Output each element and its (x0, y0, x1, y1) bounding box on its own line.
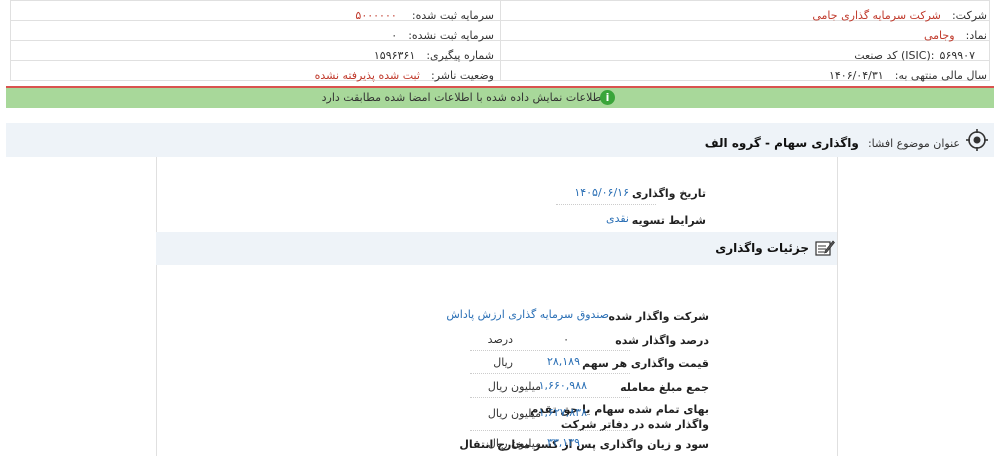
detail-value-cost: ۱,۶۲۷,۸۳۸ (538, 406, 587, 419)
detail-value-profit: ۳۳,۱۳۹ (546, 436, 580, 449)
symbol-label: نماد: (965, 29, 987, 42)
company-value[interactable]: شرکت سرمایه گذاری جامی (812, 9, 941, 22)
subject-label: عنوان موضوع افشا: (867, 137, 960, 150)
isic-row: کد صنعت (ISIC): ۵۶۹۹۰۷ (854, 44, 987, 63)
subject-bar: عنوان موضوع افشا: واگذاری سهام - گروه ال… (6, 123, 994, 157)
notice-text: اطلاعات نمایش داده شده با اطلاعات امضا ش… (321, 91, 608, 104)
detail-value-price: ۲۸,۱۸۹ (546, 355, 580, 368)
detail-value-company: صندوق سرمایه گذاری ارزش پاداش (446, 308, 609, 321)
unreg-capital-value: ۰ (391, 29, 398, 42)
subject-value: واگذاری سهام - گروه الف (704, 136, 859, 150)
detail-unit-cost: میلیون ریال (487, 407, 541, 420)
publisher-status-label: وضعیت ناشر: (431, 69, 494, 82)
isic-value: ۵۶۹۹۰۷ (939, 49, 975, 62)
subject-title: عنوان موضوع افشا: واگذاری سهام - گروه ال… (705, 132, 960, 151)
settlement-label: شرایط تسویه (631, 214, 706, 227)
tracking-value: ۱۵۹۶۳۶۱ (373, 49, 416, 62)
symbol-row: نماد: وجامی (924, 24, 987, 43)
symbol-value[interactable]: وجامی (924, 29, 955, 42)
verification-notice: اطلاعات نمایش داده شده با اطلاعات امضا ش… (6, 86, 994, 108)
detail-label-percent: درصد واگذار شده (615, 334, 709, 347)
detail-value-percent: ۰ (563, 333, 569, 346)
isic-label: کد صنعت (ISIC): (854, 49, 935, 62)
details-section-header: جزئیات واگذاری (156, 232, 837, 265)
tracking-label: شماره پیگیری: (426, 49, 494, 62)
detail-unit-price: ریال (493, 356, 513, 369)
date-label-text: تاریخ واگذاری (631, 187, 706, 200)
detail-unit-profit: میلیون ریال (487, 437, 541, 450)
detail-label-price: قیمت واگذاری هر سهم (582, 357, 709, 370)
fiscal-row: سال مالی منتهی به: ۱۴۰۶/۰۴/۳۱ (829, 64, 987, 83)
publisher-status-value: ثبت شده پذیرفته نشده (314, 69, 420, 82)
details-title: جزئیات واگذاری (715, 241, 809, 255)
edit-icon (815, 240, 835, 256)
fiscal-label: سال مالی منتهی به: (894, 69, 987, 82)
detail-label-total: جمع مبلغ معامله (620, 381, 709, 394)
detail-label-company: شرکت واگذار شده (608, 310, 710, 323)
settlement-value: نقدی (605, 212, 629, 225)
unreg-capital-label: سرمایه ثبت نشده: (408, 29, 494, 42)
detail-unit-total: میلیون ریال (487, 380, 541, 393)
company-row: شرکت: شرکت سرمایه گذاری جامی (812, 4, 987, 23)
fiscal-value: ۱۴۰۶/۰۴/۳۱ (828, 69, 884, 82)
unreg-capital-row: سرمایه ثبت نشده: ۰ (391, 24, 494, 43)
company-label: شرکت: (951, 9, 987, 22)
detail-unit-percent: درصد (487, 333, 513, 346)
reg-capital-label: سرمایه ثبت شده: (411, 9, 494, 22)
target-icon (966, 129, 988, 151)
tracking-row: شماره پیگیری: ۱۵۹۶۳۶۱ (374, 44, 494, 63)
date-value: ۱۴۰۵/۰۶/۱۶ (574, 186, 629, 199)
reg-capital-value: ۵۰۰۰۰۰۰ (355, 9, 397, 22)
detail-value-total: ۱,۶۶۰,۹۸۸ (538, 379, 587, 392)
reg-capital-row: سرمایه ثبت شده: ۵۰۰۰۰۰۰ (355, 4, 494, 23)
info-icon: i (600, 90, 615, 105)
publisher-status-row: وضعیت ناشر: ثبت شده پذیرفته نشده (315, 64, 494, 83)
